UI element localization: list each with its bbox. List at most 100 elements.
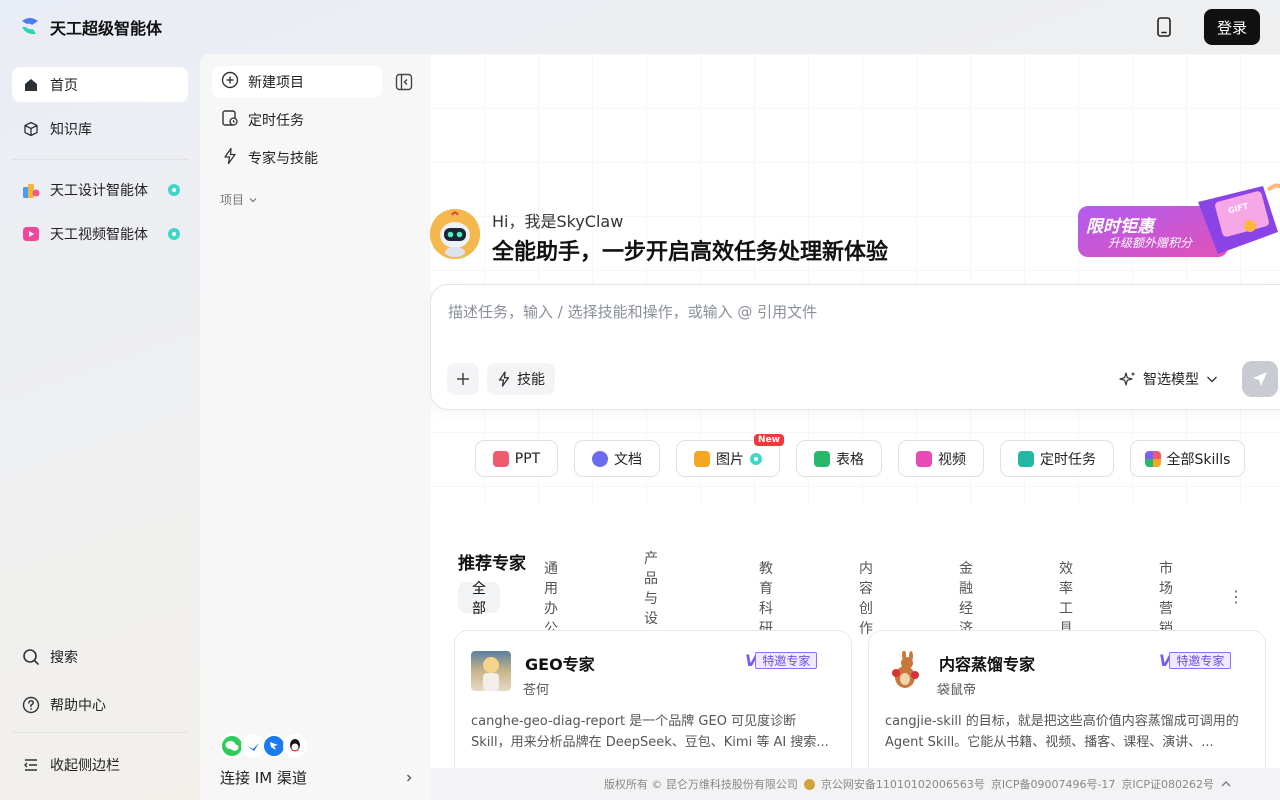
send-button[interactable]	[1242, 361, 1278, 397]
sidebar-item-help[interactable]: 帮助中心	[12, 687, 188, 722]
search-icon	[22, 648, 40, 666]
icp-record-link[interactable]: 京ICP备09007496号-17	[991, 776, 1116, 792]
panel-item-scheduled-tasks[interactable]: 定时任务	[212, 104, 382, 136]
top-bar: 天工超级智能体 登录	[0, 0, 1280, 54]
sidebar-item-home[interactable]: 首页	[12, 67, 188, 102]
more-tabs-icon[interactable]: ⋮	[1228, 587, 1244, 606]
expert-avatar	[471, 651, 511, 691]
expert-author: 苍何	[523, 683, 550, 698]
sidebar-item-design-agent[interactable]: 天工设计智能体	[12, 172, 188, 207]
chevron-up-icon[interactable]	[1220, 778, 1232, 790]
sidebar-collapse-button[interactable]: 收起侧边栏	[12, 747, 188, 782]
project-section-label: 项目	[220, 193, 245, 207]
hero-headline: 全能助手，一步开启高效任务处理新体验	[492, 240, 889, 265]
expert-description: cangjie-skill 的目标，就是把这些高价值内容蒸馏成可调用的 Agen…	[885, 714, 1239, 750]
new-project-button[interactable]: 新建项目	[212, 66, 382, 98]
icp-license-link[interactable]: 京ICP证080262号	[1121, 776, 1214, 792]
tab-content-creation[interactable]: 内容创作	[845, 561, 887, 637]
project-panel: 新建项目 定时任务 专家与技能 项目 连接 IM 渠道	[200, 54, 430, 800]
chip-all-skills[interactable]: 全部Skills	[1130, 440, 1245, 477]
plus-circle-icon	[221, 71, 239, 93]
chip-spreadsheet[interactable]: 表格	[796, 440, 882, 477]
sidebar-item-knowledge[interactable]: 知识库	[12, 111, 188, 146]
panel-item-experts-skills[interactable]: 专家与技能	[212, 142, 382, 174]
sparkle-icon	[1119, 371, 1136, 386]
police-badge-icon	[803, 778, 815, 790]
tab-product-design[interactable]: 产品与设计	[630, 551, 672, 647]
footer: 版权所有 © 昆仑万维科技股份有限公司 京公网安备11010102006563号…	[430, 768, 1280, 800]
chip-image[interactable]: 图片 New	[676, 434, 784, 477]
sidebar-item-label: 搜索	[50, 649, 78, 666]
mobile-app-button[interactable]	[1152, 15, 1176, 39]
chip-label: 全部Skills	[1166, 451, 1231, 468]
expert-title: 内容蒸馏专家	[939, 655, 1036, 674]
sidebar-item-label: 收起侧边栏	[50, 757, 120, 774]
sidebar-item-video-agent[interactable]: 天工视频智能体	[12, 216, 188, 251]
composer-input[interactable]: 描述任务，输入 / 选择技能和操作，或输入 @ 引用文件	[448, 301, 817, 322]
connect-im-button[interactable]: 连接 IM 渠道	[220, 767, 414, 788]
login-button[interactable]: 登录	[1204, 9, 1260, 45]
model-selector-label: 智选模型	[1143, 372, 1199, 388]
skill-button[interactable]: 技能	[487, 363, 555, 395]
sidebar-item-label: 天工视频智能体	[50, 226, 148, 243]
sidebar-item-search[interactable]: 搜索	[12, 639, 188, 674]
expert-avatar	[885, 650, 925, 691]
recommended-experts-title: 推荐专家	[458, 554, 526, 574]
new-badge: New	[754, 434, 784, 446]
promo-subtitle: 升级额外赠积分	[1108, 236, 1193, 250]
model-selector[interactable]: 智选模型	[1119, 365, 1219, 393]
expert-card[interactable]: 内容蒸馏专家 袋鼠帝 V 特邀专家 cangjie-skill 的目标，就是把这…	[868, 630, 1266, 780]
agent-badge-icon	[168, 227, 180, 240]
tab-productivity-tools[interactable]: 效率工具	[1045, 561, 1087, 637]
skill-button-label: 技能	[517, 372, 545, 388]
expert-card[interactable]: GEO专家 苍何 V 特邀专家 canghe-geo-diag-report 是…	[454, 630, 852, 780]
expert-title: GEO专家	[525, 655, 595, 674]
spreadsheet-icon	[814, 450, 830, 467]
send-icon	[1253, 372, 1267, 386]
attach-button[interactable]	[447, 363, 479, 395]
chip-ppt[interactable]: PPT	[475, 440, 558, 477]
sidebar-item-label: 知识库	[50, 121, 92, 138]
qq-icon	[283, 734, 307, 758]
scheduled-task-icon	[1018, 450, 1034, 467]
collapse-panel-button[interactable]	[394, 72, 414, 92]
panel-item-label: 定时任务	[248, 113, 304, 129]
invited-expert-badge: V 特邀专家	[745, 651, 818, 670]
invited-expert-badge: V 特邀专家	[1159, 651, 1232, 670]
skyclaw-mascot-icon	[430, 209, 480, 259]
document-icon	[592, 450, 608, 467]
tab-finance[interactable]: 金融经济	[945, 561, 987, 637]
promo-banner[interactable]: 限时钜惠 升级额外赠积分 GIFT	[1078, 182, 1280, 262]
sidebar-item-label: 首页	[50, 77, 78, 94]
task-composer[interactable]: 描述任务，输入 / 选择技能和操作，或输入 @ 引用文件 技能 智选模型	[430, 284, 1280, 410]
main-content: Hi，我是SkyClaw 全能助手，一步开启高效任务处理新体验 限时钜惠 升级额…	[430, 54, 1280, 800]
image-icon	[694, 450, 710, 467]
tab-marketing[interactable]: 市场营销	[1145, 561, 1187, 637]
sidebar-item-label: 天工设计智能体	[50, 182, 148, 199]
all-skills-icon	[1144, 450, 1161, 467]
chip-label: PPT	[514, 450, 541, 467]
tab-all[interactable]: 全部	[458, 581, 500, 617]
chip-document[interactable]: 文档	[574, 440, 660, 477]
ppt-icon	[492, 450, 509, 467]
copyright-text: 版权所有 © 昆仑万维科技股份有限公司	[603, 778, 798, 791]
panel-item-label: 新建项目	[248, 75, 304, 91]
project-section-toggle[interactable]: 项目	[220, 191, 258, 208]
panel-item-label: 专家与技能	[248, 151, 318, 167]
app-logo[interactable]: 天工超级智能体	[18, 15, 162, 39]
tab-office[interactable]: 通用办公	[530, 561, 572, 637]
sidebar: 首页 知识库 天工设计智能体 天工视频智能体 搜索 帮助中心 收起侧边栏	[0, 54, 200, 800]
app-title: 天工超级智能体	[50, 19, 163, 38]
badge-label: 特邀专家	[755, 651, 818, 669]
chip-scheduled-task[interactable]: 定时任务	[1000, 440, 1114, 477]
police-record-link[interactable]: 京公网安备11010102006563号	[821, 776, 985, 792]
badge-label: 特邀专家	[1169, 651, 1232, 669]
sidebar-divider	[12, 159, 188, 160]
tab-education-research[interactable]: 教育科研	[745, 561, 787, 637]
lightning-icon	[221, 147, 239, 169]
chip-label: 定时任务	[1040, 451, 1096, 468]
chip-video[interactable]: 视频	[898, 440, 984, 477]
design-agent-icon	[22, 181, 40, 199]
home-icon	[22, 76, 40, 94]
chevron-right-icon	[407, 774, 412, 781]
